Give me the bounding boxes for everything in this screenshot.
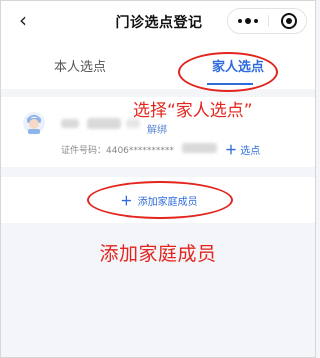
redacted-id-tail: [182, 143, 217, 153]
annotation-add-family: 添加家庭成员: [99, 243, 217, 265]
mini-program-capsule: [227, 8, 307, 34]
capsule-divider: [268, 15, 269, 27]
annotation-circle-add: [87, 181, 233, 219]
plus-icon: ＋: [225, 143, 238, 157]
unbind-link[interactable]: 解绑: [147, 121, 167, 136]
avatar-icon: [23, 112, 45, 134]
tab-self-select[interactable]: 本人选点: [1, 41, 159, 89]
select-point-button[interactable]: ＋ 选点: [225, 141, 260, 158]
redacted-name-part: [87, 118, 121, 129]
annotation-select-family: 选择“家人选点”: [133, 101, 253, 121]
app-frame: ‹ 门诊选点登记 本人选点 家人选点 解绑 证件号码：4406*********…: [0, 0, 316, 358]
target-close-icon[interactable]: [281, 13, 297, 29]
id-number-label: 证件号码：4406**********: [61, 146, 174, 156]
more-dots-icon[interactable]: [228, 9, 268, 33]
navigation-bar: ‹ 门诊选点登记: [1, 1, 315, 41]
annotation-circle-tab: [178, 52, 278, 92]
select-point-label: 选点: [240, 146, 261, 157]
redacted-name-part: [61, 119, 79, 128]
